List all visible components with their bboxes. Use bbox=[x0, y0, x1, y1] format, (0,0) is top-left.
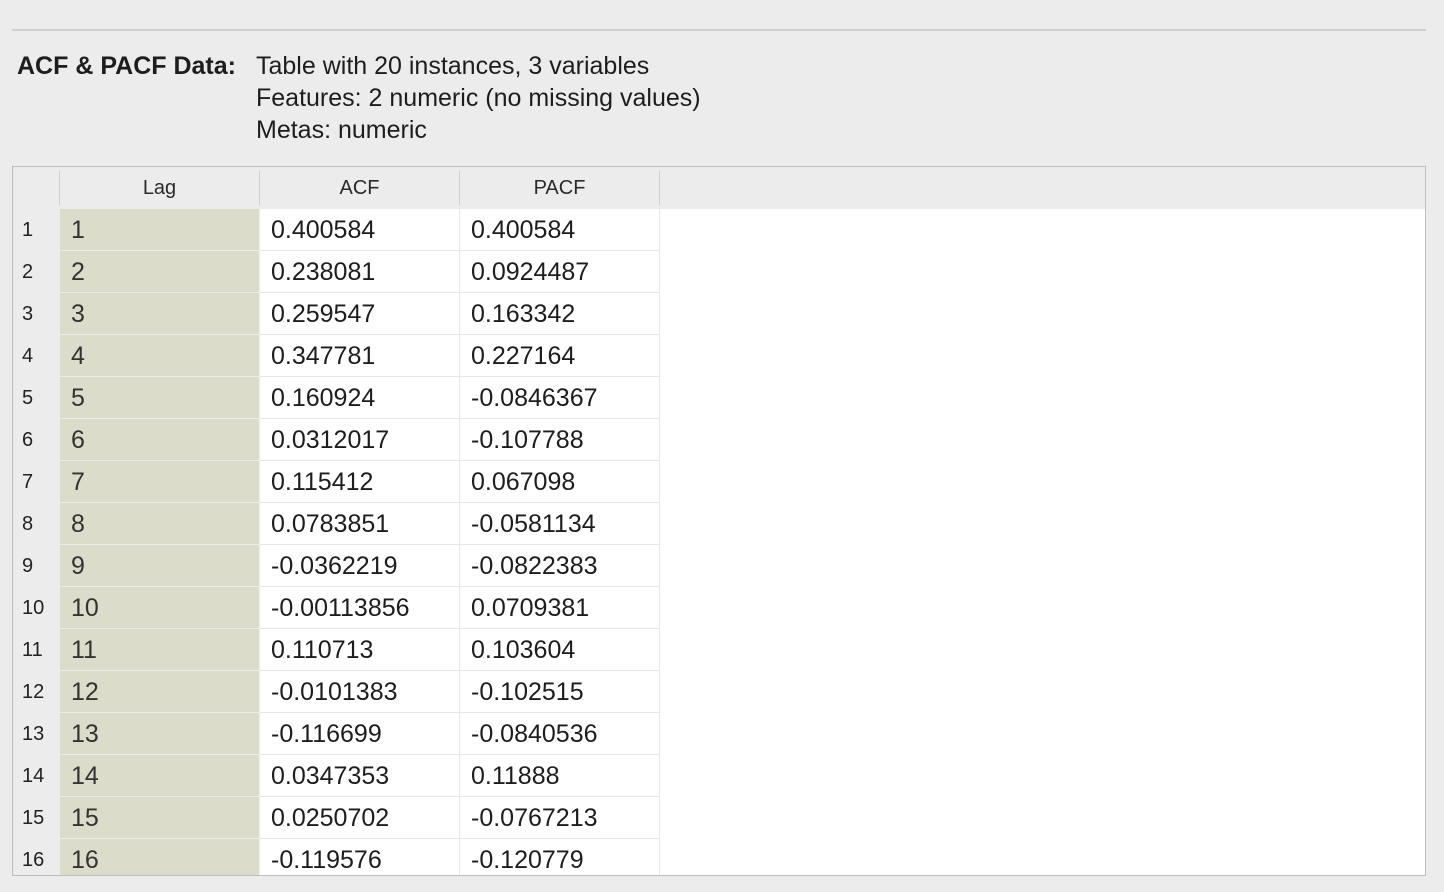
row-number[interactable]: 2 bbox=[13, 251, 60, 293]
table-row[interactable]: 2 2 0.238081 0.0924487 bbox=[13, 251, 1425, 293]
lag-cell[interactable]: 16 bbox=[60, 839, 260, 875]
row-number[interactable]: 13 bbox=[13, 713, 60, 755]
table-row[interactable]: 5 5 0.160924 -0.0846367 bbox=[13, 377, 1425, 419]
acf-cell[interactable]: -0.00113856 bbox=[260, 587, 460, 629]
row-number[interactable]: 10 bbox=[13, 587, 60, 629]
info-metas: Metas: numeric bbox=[256, 116, 427, 144]
lag-cell[interactable]: 8 bbox=[60, 503, 260, 545]
lag-cell[interactable]: 1 bbox=[60, 209, 260, 251]
row-number[interactable]: 11 bbox=[13, 629, 60, 671]
row-number[interactable]: 9 bbox=[13, 545, 60, 587]
column-header-acf[interactable]: ACF bbox=[260, 171, 460, 205]
pacf-cell[interactable]: -0.107788 bbox=[460, 419, 660, 461]
acf-cell[interactable]: 0.0347353 bbox=[260, 755, 460, 797]
pacf-cell[interactable]: 0.0709381 bbox=[460, 587, 660, 629]
lag-cell[interactable]: 12 bbox=[60, 671, 260, 713]
pacf-cell[interactable]: -0.0822383 bbox=[460, 545, 660, 587]
acf-cell[interactable]: 0.0783851 bbox=[260, 503, 460, 545]
lag-cell[interactable]: 15 bbox=[60, 797, 260, 839]
row-number[interactable]: 12 bbox=[13, 671, 60, 713]
acf-cell[interactable]: 0.238081 bbox=[260, 251, 460, 293]
table-row[interactable]: 14 14 0.0347353 0.11888 bbox=[13, 755, 1425, 797]
row-number[interactable]: 14 bbox=[13, 755, 60, 797]
corner-button[interactable] bbox=[13, 171, 60, 205]
data-table[interactable]: Lag ACF PACF 1 1 0.400584 0.400584 2 2 0.23808… bbox=[12, 166, 1426, 876]
acf-cell[interactable]: -0.0362219 bbox=[260, 545, 460, 587]
row-number[interactable]: 3 bbox=[13, 293, 60, 335]
lag-cell[interactable]: 13 bbox=[60, 713, 260, 755]
info-summary: Table with 20 instances, 3 variables Fea… bbox=[256, 50, 701, 146]
pacf-cell[interactable]: -0.0846367 bbox=[460, 377, 660, 419]
table-row[interactable]: 8 8 0.0783851 -0.0581134 bbox=[13, 503, 1425, 545]
lag-cell[interactable]: 5 bbox=[60, 377, 260, 419]
lag-cell[interactable]: 11 bbox=[60, 629, 260, 671]
row-number[interactable]: 6 bbox=[13, 419, 60, 461]
row-number[interactable]: 5 bbox=[13, 377, 60, 419]
lag-cell[interactable]: 6 bbox=[60, 419, 260, 461]
divider bbox=[12, 29, 1426, 31]
table-row[interactable]: 12 12 -0.0101383 -0.102515 bbox=[13, 671, 1425, 713]
table-row[interactable]: 1 1 0.400584 0.400584 bbox=[13, 209, 1425, 251]
info-instances: Table with 20 instances, 3 variables bbox=[256, 52, 650, 80]
table-row[interactable]: 6 6 0.0312017 -0.107788 bbox=[13, 419, 1425, 461]
acf-cell[interactable]: 0.0250702 bbox=[260, 797, 460, 839]
table-row[interactable]: 7 7 0.115412 0.067098 bbox=[13, 461, 1425, 503]
table-row[interactable]: 11 11 0.110713 0.103604 bbox=[13, 629, 1425, 671]
lag-cell[interactable]: 9 bbox=[60, 545, 260, 587]
table-row[interactable]: 16 16 -0.119576 -0.120779 bbox=[13, 839, 1425, 875]
table-row[interactable]: 13 13 -0.116699 -0.0840536 bbox=[13, 713, 1425, 755]
table-row[interactable]: 3 3 0.259547 0.163342 bbox=[13, 293, 1425, 335]
pacf-cell[interactable]: -0.102515 bbox=[460, 671, 660, 713]
acf-cell[interactable]: -0.0101383 bbox=[260, 671, 460, 713]
lag-cell[interactable]: 10 bbox=[60, 587, 260, 629]
table-row[interactable]: 10 10 -0.00113856 0.0709381 bbox=[13, 587, 1425, 629]
pacf-cell[interactable]: -0.0581134 bbox=[460, 503, 660, 545]
lag-cell[interactable]: 14 bbox=[60, 755, 260, 797]
pacf-cell[interactable]: -0.0767213 bbox=[460, 797, 660, 839]
info-features: Features: 2 numeric (no missing values) bbox=[256, 84, 701, 112]
lag-cell[interactable]: 4 bbox=[60, 335, 260, 377]
pacf-cell[interactable]: 0.0924487 bbox=[460, 251, 660, 293]
table-row[interactable]: 4 4 0.347781 0.227164 bbox=[13, 335, 1425, 377]
pacf-cell[interactable]: 0.163342 bbox=[460, 293, 660, 335]
acf-cell[interactable]: 0.347781 bbox=[260, 335, 460, 377]
table-row[interactable]: 9 9 -0.0362219 -0.0822383 bbox=[13, 545, 1425, 587]
acf-cell[interactable]: 0.0312017 bbox=[260, 419, 460, 461]
acf-cell[interactable]: 0.400584 bbox=[260, 209, 460, 251]
table-header: Lag ACF PACF bbox=[13, 167, 1425, 209]
pacf-cell[interactable]: 0.400584 bbox=[460, 209, 660, 251]
row-number[interactable]: 15 bbox=[13, 797, 60, 839]
acf-cell[interactable]: 0.110713 bbox=[260, 629, 460, 671]
data-info-panel: ACF & PACF Data: Table with 20 instances… bbox=[17, 50, 701, 146]
row-number[interactable]: 8 bbox=[13, 503, 60, 545]
acf-cell[interactable]: 0.160924 bbox=[260, 377, 460, 419]
pacf-cell[interactable]: 0.11888 bbox=[460, 755, 660, 797]
row-number[interactable]: 16 bbox=[13, 839, 60, 875]
info-label: ACF & PACF Data: bbox=[17, 52, 236, 80]
lag-cell[interactable]: 3 bbox=[60, 293, 260, 335]
lag-cell[interactable]: 7 bbox=[60, 461, 260, 503]
row-number[interactable]: 7 bbox=[13, 461, 60, 503]
pacf-cell[interactable]: 0.227164 bbox=[460, 335, 660, 377]
acf-cell[interactable]: -0.116699 bbox=[260, 713, 460, 755]
pacf-cell[interactable]: 0.103604 bbox=[460, 629, 660, 671]
table-row[interactable]: 15 15 0.0250702 -0.0767213 bbox=[13, 797, 1425, 839]
pacf-cell[interactable]: -0.120779 bbox=[460, 839, 660, 875]
row-number[interactable]: 4 bbox=[13, 335, 60, 377]
lag-cell[interactable]: 2 bbox=[60, 251, 260, 293]
acf-cell[interactable]: -0.119576 bbox=[260, 839, 460, 875]
row-number[interactable]: 1 bbox=[13, 209, 60, 251]
acf-cell[interactable]: 0.115412 bbox=[260, 461, 460, 503]
column-header-pacf[interactable]: PACF bbox=[460, 171, 660, 205]
pacf-cell[interactable]: -0.0840536 bbox=[460, 713, 660, 755]
column-header-lag[interactable]: Lag bbox=[60, 171, 260, 205]
pacf-cell[interactable]: 0.067098 bbox=[460, 461, 660, 503]
acf-cell[interactable]: 0.259547 bbox=[260, 293, 460, 335]
